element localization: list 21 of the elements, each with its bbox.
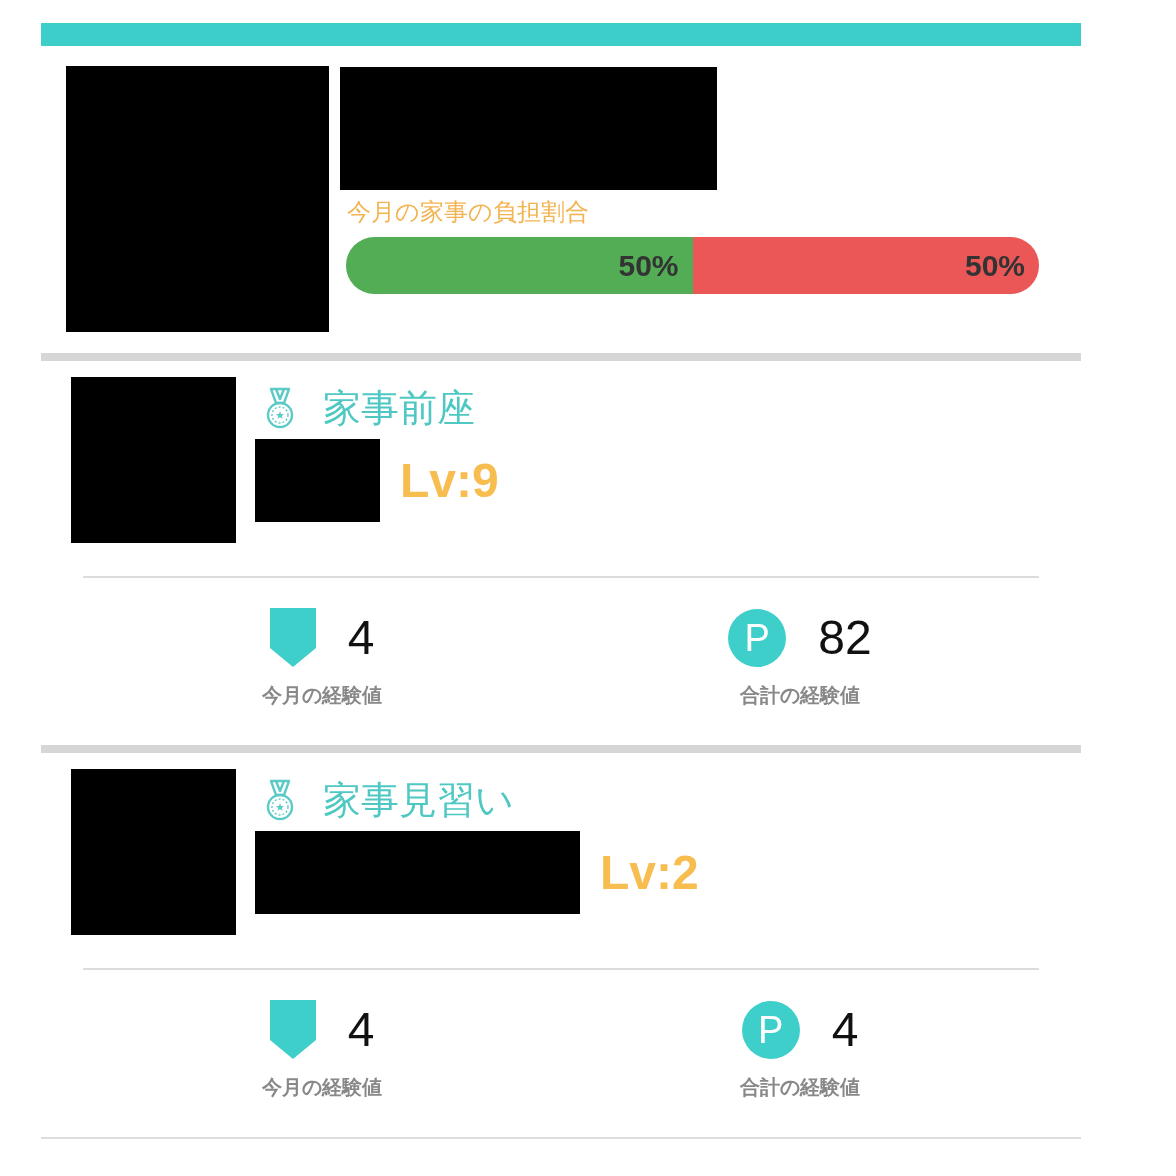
level-label: Lv:9 [400, 453, 499, 508]
stat-value: 4 [347, 1005, 375, 1054]
rank-title: 家事前座 [323, 384, 475, 432]
points-badge: P [728, 608, 787, 667]
stat-value: 82 [818, 613, 872, 662]
rank-title: 家事見習い [323, 776, 514, 824]
burden-label: 今月の家事の負担割合 [347, 198, 590, 226]
share-percent: 50% [964, 248, 1025, 283]
shield-icon [269, 1000, 316, 1059]
stat-value: 4 [347, 613, 375, 662]
stat-label: 今月の経験値 [262, 683, 382, 707]
stat-label: 今月の経験値 [262, 1075, 382, 1099]
stat-label: 合計の経験値 [740, 683, 860, 707]
medal-icon [265, 779, 295, 821]
medal-icon [265, 387, 295, 429]
share-percent: 50% [618, 248, 679, 283]
points-badge: P [741, 1000, 800, 1059]
shield-icon [269, 608, 316, 667]
stat-value: 4 [831, 1005, 859, 1054]
stat-label: 合計の経験値 [740, 1075, 860, 1099]
level-label: Lv:2 [600, 845, 699, 900]
